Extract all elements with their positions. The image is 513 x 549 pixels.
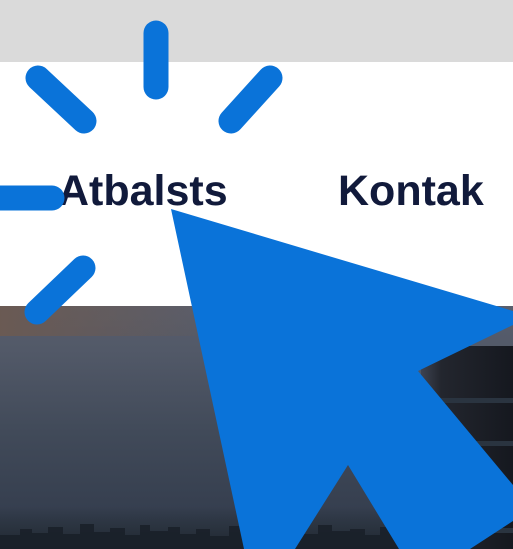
tower-window-band <box>421 441 513 446</box>
tower-window-band <box>421 485 513 490</box>
nav-link-atbalsts[interactable]: Atbalsts <box>58 165 228 217</box>
skyscraper <box>421 346 513 549</box>
tower-window-band <box>421 528 513 533</box>
top-bar <box>0 0 513 62</box>
nav-link-kontakti[interactable]: Kontak <box>338 165 484 217</box>
tower-window-band <box>421 398 513 403</box>
page: Atbalsts Kontak <box>0 0 513 549</box>
